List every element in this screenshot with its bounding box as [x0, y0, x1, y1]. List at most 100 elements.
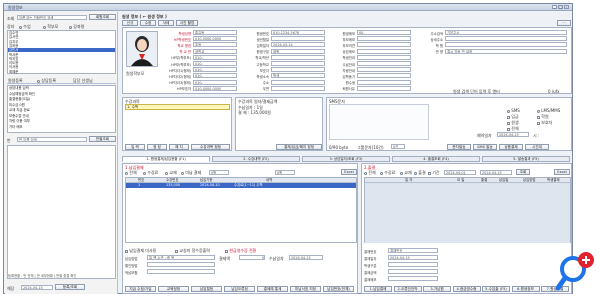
field-input[interactable]: 기본주소 [445, 30, 567, 35]
field-input[interactable]: 결시 자동 반 설정 [445, 48, 567, 54]
action-button[interactable]: 미납서표 지정 [290, 286, 321, 292]
product-pay-button[interactable]: 상품결제 [499, 144, 523, 150]
list-item[interactable]: 수납예정금액 확인 [8, 92, 115, 97]
reserve-date-input[interactable]: 2024-04-15 [497, 132, 529, 137]
att-filter-period[interactable]: 기간 [428, 170, 440, 176]
field-input[interactable] [357, 67, 411, 73]
subject-row[interactable]: 1. 수학 [125, 104, 230, 110]
person-photo-icon[interactable] [126, 31, 158, 67]
amount-field-1[interactable]: 0원 [209, 170, 229, 175]
list-item[interactable]: 상담내용 입력 [8, 86, 115, 91]
filter-all[interactable]: 전체 [125, 170, 137, 176]
minimize-button[interactable]: _ [552, 5, 557, 9]
action-button[interactable]: 결제예 통계 [257, 286, 288, 292]
list-item[interactable]: 기타 메모 [8, 125, 115, 130]
field-input[interactable]: 010- [193, 79, 237, 85]
field-input[interactable] [357, 79, 411, 85]
field-input[interactable] [271, 61, 325, 66]
form-input[interactable] [147, 269, 215, 274]
excel-button[interactable]: Excel [341, 169, 357, 175]
photo-capture-button[interactable]: 사진 촬영 [176, 20, 198, 26]
list-item[interactable]: 차량 이용 여부 [8, 119, 115, 124]
filter-tuition[interactable]: 수강료 [143, 170, 158, 176]
att-filter-textbook[interactable]: 교재 [400, 170, 412, 176]
date-input[interactable]: 2024-04-15 [21, 285, 53, 290]
form-input[interactable] [147, 262, 215, 267]
action-button[interactable]: 4.현금영수증 [452, 286, 481, 292]
field-input[interactable]: 새학교 [193, 48, 237, 54]
correct-button[interactable]: 정 정 [147, 144, 167, 150]
field-input[interactable] [271, 36, 325, 42]
action-button[interactable]: 2.오류안전작 [393, 286, 422, 292]
action-button[interactable]: 3.가납원 [423, 286, 451, 292]
field-input[interactable] [271, 67, 325, 73]
tab-consult-register[interactable]: 상담등록 [37, 78, 56, 84]
tab-teacher[interactable]: 담당 선생님 [73, 78, 93, 84]
sms-opt-lms[interactable]: LMS/MMS [537, 108, 560, 113]
opt-receipt[interactable]: 교실미 정수증출력 [175, 248, 210, 254]
action-button[interactable]: 납입철정 [191, 286, 222, 292]
group-count-field[interactable]: 0건 [391, 144, 405, 149]
table-row[interactable]: 1 135,000 2024-04-10 수강료(1~11) 수학 [126, 183, 356, 188]
field-input[interactable]: 010- [193, 61, 237, 66]
tab-consult[interactable]: 3. 상담일자/조회 (F3) [302, 156, 390, 162]
list-item[interactable]: 미수금 0원 [8, 103, 115, 108]
action-button[interactable]: 교육정정 [158, 286, 189, 292]
subject-edit-button[interactable]: 수강과목 정정 [191, 144, 230, 150]
filter-textbook[interactable]: 교재 [165, 170, 177, 176]
field-input[interactable]: 010- [193, 54, 237, 60]
att-filter-tuition[interactable]: 수강료 [380, 170, 395, 176]
class-search-button[interactable]: 반별조회 [89, 136, 116, 142]
sms-opt-sms[interactable]: SMS [507, 108, 520, 113]
field-input[interactable]: 학생 [271, 73, 325, 79]
opt-cash-receipt[interactable]: 현금영수증 전환 [225, 248, 256, 254]
list-item[interactable]: 교재 지급 완료 [8, 108, 115, 113]
field-input[interactable]: 010- [193, 73, 237, 79]
field-input[interactable]: 홍길동 [193, 30, 237, 35]
form-input[interactable] [388, 269, 438, 274]
payment-edit-button[interactable]: 결제/입금/해지 정정 [276, 144, 322, 150]
field-input[interactable]: 2024-03-14 [271, 42, 325, 48]
field-input[interactable] [357, 73, 411, 79]
sms-message-input[interactable] [329, 104, 429, 140]
filter-unpaid[interactable]: 미납 결제 [181, 170, 201, 176]
action-button[interactable]: 5.수입출 (F5) [482, 286, 510, 292]
form-input[interactable]: 일 팬 소관 : 중 목 [147, 255, 215, 260]
pay-amount-input[interactable]: 0 [239, 255, 265, 260]
list-item[interactable]: 최예준 [8, 70, 115, 74]
register-search-button[interactable]: 등록/조회 [55, 284, 85, 290]
field-input[interactable] [357, 36, 411, 42]
new-button[interactable]: 신규 [122, 20, 138, 26]
maximize-button[interactable]: □ [558, 5, 563, 9]
field-input[interactable] [445, 36, 567, 42]
sms-send-button-2[interactable]: SMS 발송 [473, 144, 497, 150]
att-search-button[interactable]: 조회 [516, 169, 530, 175]
field-input[interactable] [357, 85, 411, 91]
sms-opt-guardian[interactable]: 보호자 [537, 120, 552, 126]
field-input[interactable] [357, 48, 411, 54]
tab-attendance[interactable]: 4. 출결조회 (F4) [392, 156, 480, 162]
action-button[interactable]: 6.원생정보 [511, 286, 540, 292]
list-item[interactable]: 보충수업 안내 [8, 114, 115, 119]
cancel-button[interactable]: 해 지 [169, 144, 189, 150]
action-button[interactable]: 납입번호(전체) [323, 286, 354, 292]
action-button[interactable]: 1.납입결제 [364, 286, 392, 292]
close-button[interactable]: × [564, 5, 569, 9]
amount-field-2[interactable]: 0원 [275, 170, 295, 175]
att-end-date[interactable]: 2024-04-15 [480, 170, 512, 175]
field-input[interactable]: 초등 [193, 42, 237, 48]
tab-send-result[interactable]: 5. 발송결과 (F5) [482, 156, 570, 162]
field-input[interactable] [357, 54, 411, 60]
att-excel-button[interactable]: Excel [554, 169, 570, 175]
field-input[interactable] [271, 54, 325, 60]
tab-subjects[interactable]: 2. 수강내역 (F2) [212, 156, 300, 162]
class-search-input[interactable]: 반 이름 검색 [17, 137, 87, 142]
field-input[interactable]: 010- [193, 67, 237, 73]
form-input[interactable]: 결제번호 [388, 248, 438, 253]
field-input[interactable] [445, 42, 567, 48]
opt-no-payment[interactable]: 납입결제 미사용 [125, 248, 156, 254]
form-input[interactable]: 2024-04-15 [388, 255, 438, 260]
form-input[interactable] [388, 262, 438, 267]
field-input[interactable]: 010-0000-0000 [193, 85, 237, 91]
action-button[interactable]: 지급 수정/가입 [125, 286, 156, 292]
